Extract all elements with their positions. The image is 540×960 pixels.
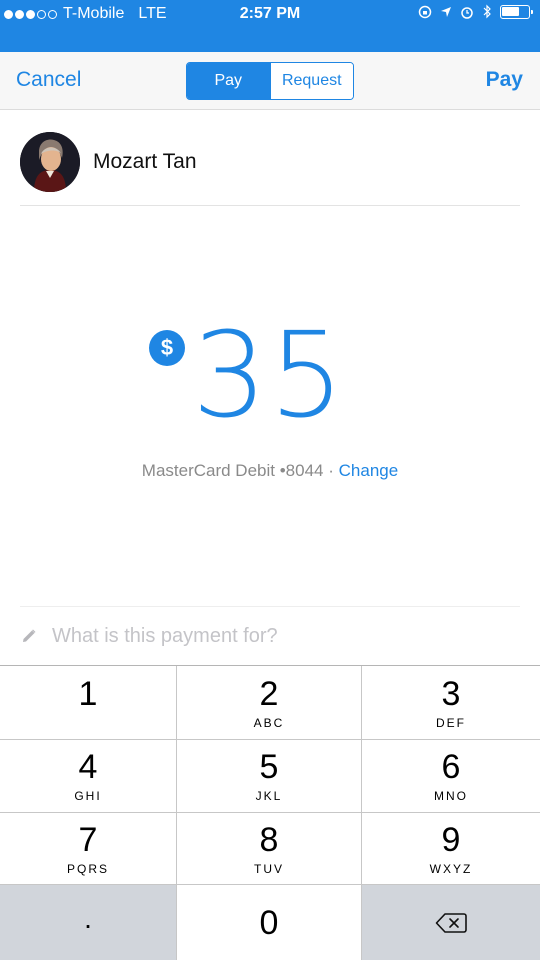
status-right xyxy=(418,4,533,19)
amount-display: $ 35 xyxy=(0,306,540,444)
battery-icon xyxy=(500,4,533,19)
key-6[interactable]: 6 MNO xyxy=(362,740,540,813)
key-7[interactable]: 7 PQRS xyxy=(0,813,177,885)
key-digit: 8 xyxy=(259,820,279,859)
key-digit: 9 xyxy=(441,820,461,859)
key-8[interactable]: 8 TUV xyxy=(177,813,362,885)
avatar xyxy=(20,132,80,192)
key-letters: MNO xyxy=(434,789,468,803)
payment-method: MasterCard Debit •8044 · Change xyxy=(0,461,540,481)
key-letters: WXYZ xyxy=(429,861,473,876)
pencil-icon xyxy=(23,629,36,642)
backspace-icon xyxy=(435,912,467,933)
key-digit: 0 xyxy=(259,903,279,942)
location-arrow-icon xyxy=(441,6,451,17)
key-decimal[interactable]: . xyxy=(0,885,177,960)
key-letters: ABC xyxy=(253,715,285,730)
key-0[interactable]: 0 xyxy=(177,885,362,960)
recipient-row[interactable]: Mozart Tan xyxy=(20,130,520,206)
key-4[interactable]: 4 GHI xyxy=(0,740,177,813)
alarm-icon xyxy=(461,6,473,19)
key-9[interactable]: 9 WXYZ xyxy=(362,813,540,885)
backspace-key[interactable] xyxy=(362,885,540,960)
card-last4: •8044 xyxy=(279,461,324,480)
amount-value: 35 xyxy=(192,306,347,444)
change-card-link[interactable]: Change xyxy=(339,461,399,480)
numeric-keypad: 1 2 ABC 3 DEF 4 GHI 5 JKL 6 MNO 7 PQRS 8 TUV 9 W… xyxy=(0,665,540,960)
segment-pay[interactable]: Pay xyxy=(187,63,270,99)
rotation-lock-icon xyxy=(418,5,432,18)
key-digit: 2 xyxy=(259,674,279,713)
bluetooth-icon xyxy=(483,4,491,19)
cancel-button[interactable]: Cancel xyxy=(16,68,81,92)
card-separator: · xyxy=(328,461,334,480)
key-digit: 4 xyxy=(78,748,98,786)
key-2[interactable]: 2 ABC xyxy=(177,666,362,740)
key-1[interactable]: 1 xyxy=(0,666,177,740)
key-5[interactable]: 5 JKL xyxy=(177,740,362,813)
key-digit: 7 xyxy=(78,820,98,859)
segment-request[interactable]: Request xyxy=(269,63,353,99)
key-letters: DEF xyxy=(436,715,466,730)
key-letters: GHI xyxy=(74,789,102,803)
key-letters: PQRS xyxy=(66,861,109,876)
card-name: MasterCard Debit xyxy=(141,461,275,480)
recipient-name: Mozart Tan xyxy=(93,150,197,173)
key-digit: 5 xyxy=(259,748,279,786)
pay-button[interactable]: Pay xyxy=(486,68,523,92)
key-3[interactable]: 3 DEF xyxy=(362,666,540,740)
status-bar: T-Mobile LTE 2:57 PM xyxy=(0,0,540,52)
key-digit: . xyxy=(84,902,92,934)
key-letters: TUV xyxy=(254,861,284,876)
dollar-circle-icon: $ xyxy=(149,330,185,366)
key-digit: 1 xyxy=(78,674,98,713)
pay-request-segmented-control: Pay Request xyxy=(186,62,354,100)
note-row xyxy=(0,607,540,665)
payment-note-input[interactable] xyxy=(52,617,512,655)
key-digit: 6 xyxy=(441,748,461,786)
key-letters: JKL xyxy=(255,789,283,803)
nav-bar: Cancel Pay Request Pay xyxy=(0,52,540,110)
key-digit: 3 xyxy=(441,674,461,713)
